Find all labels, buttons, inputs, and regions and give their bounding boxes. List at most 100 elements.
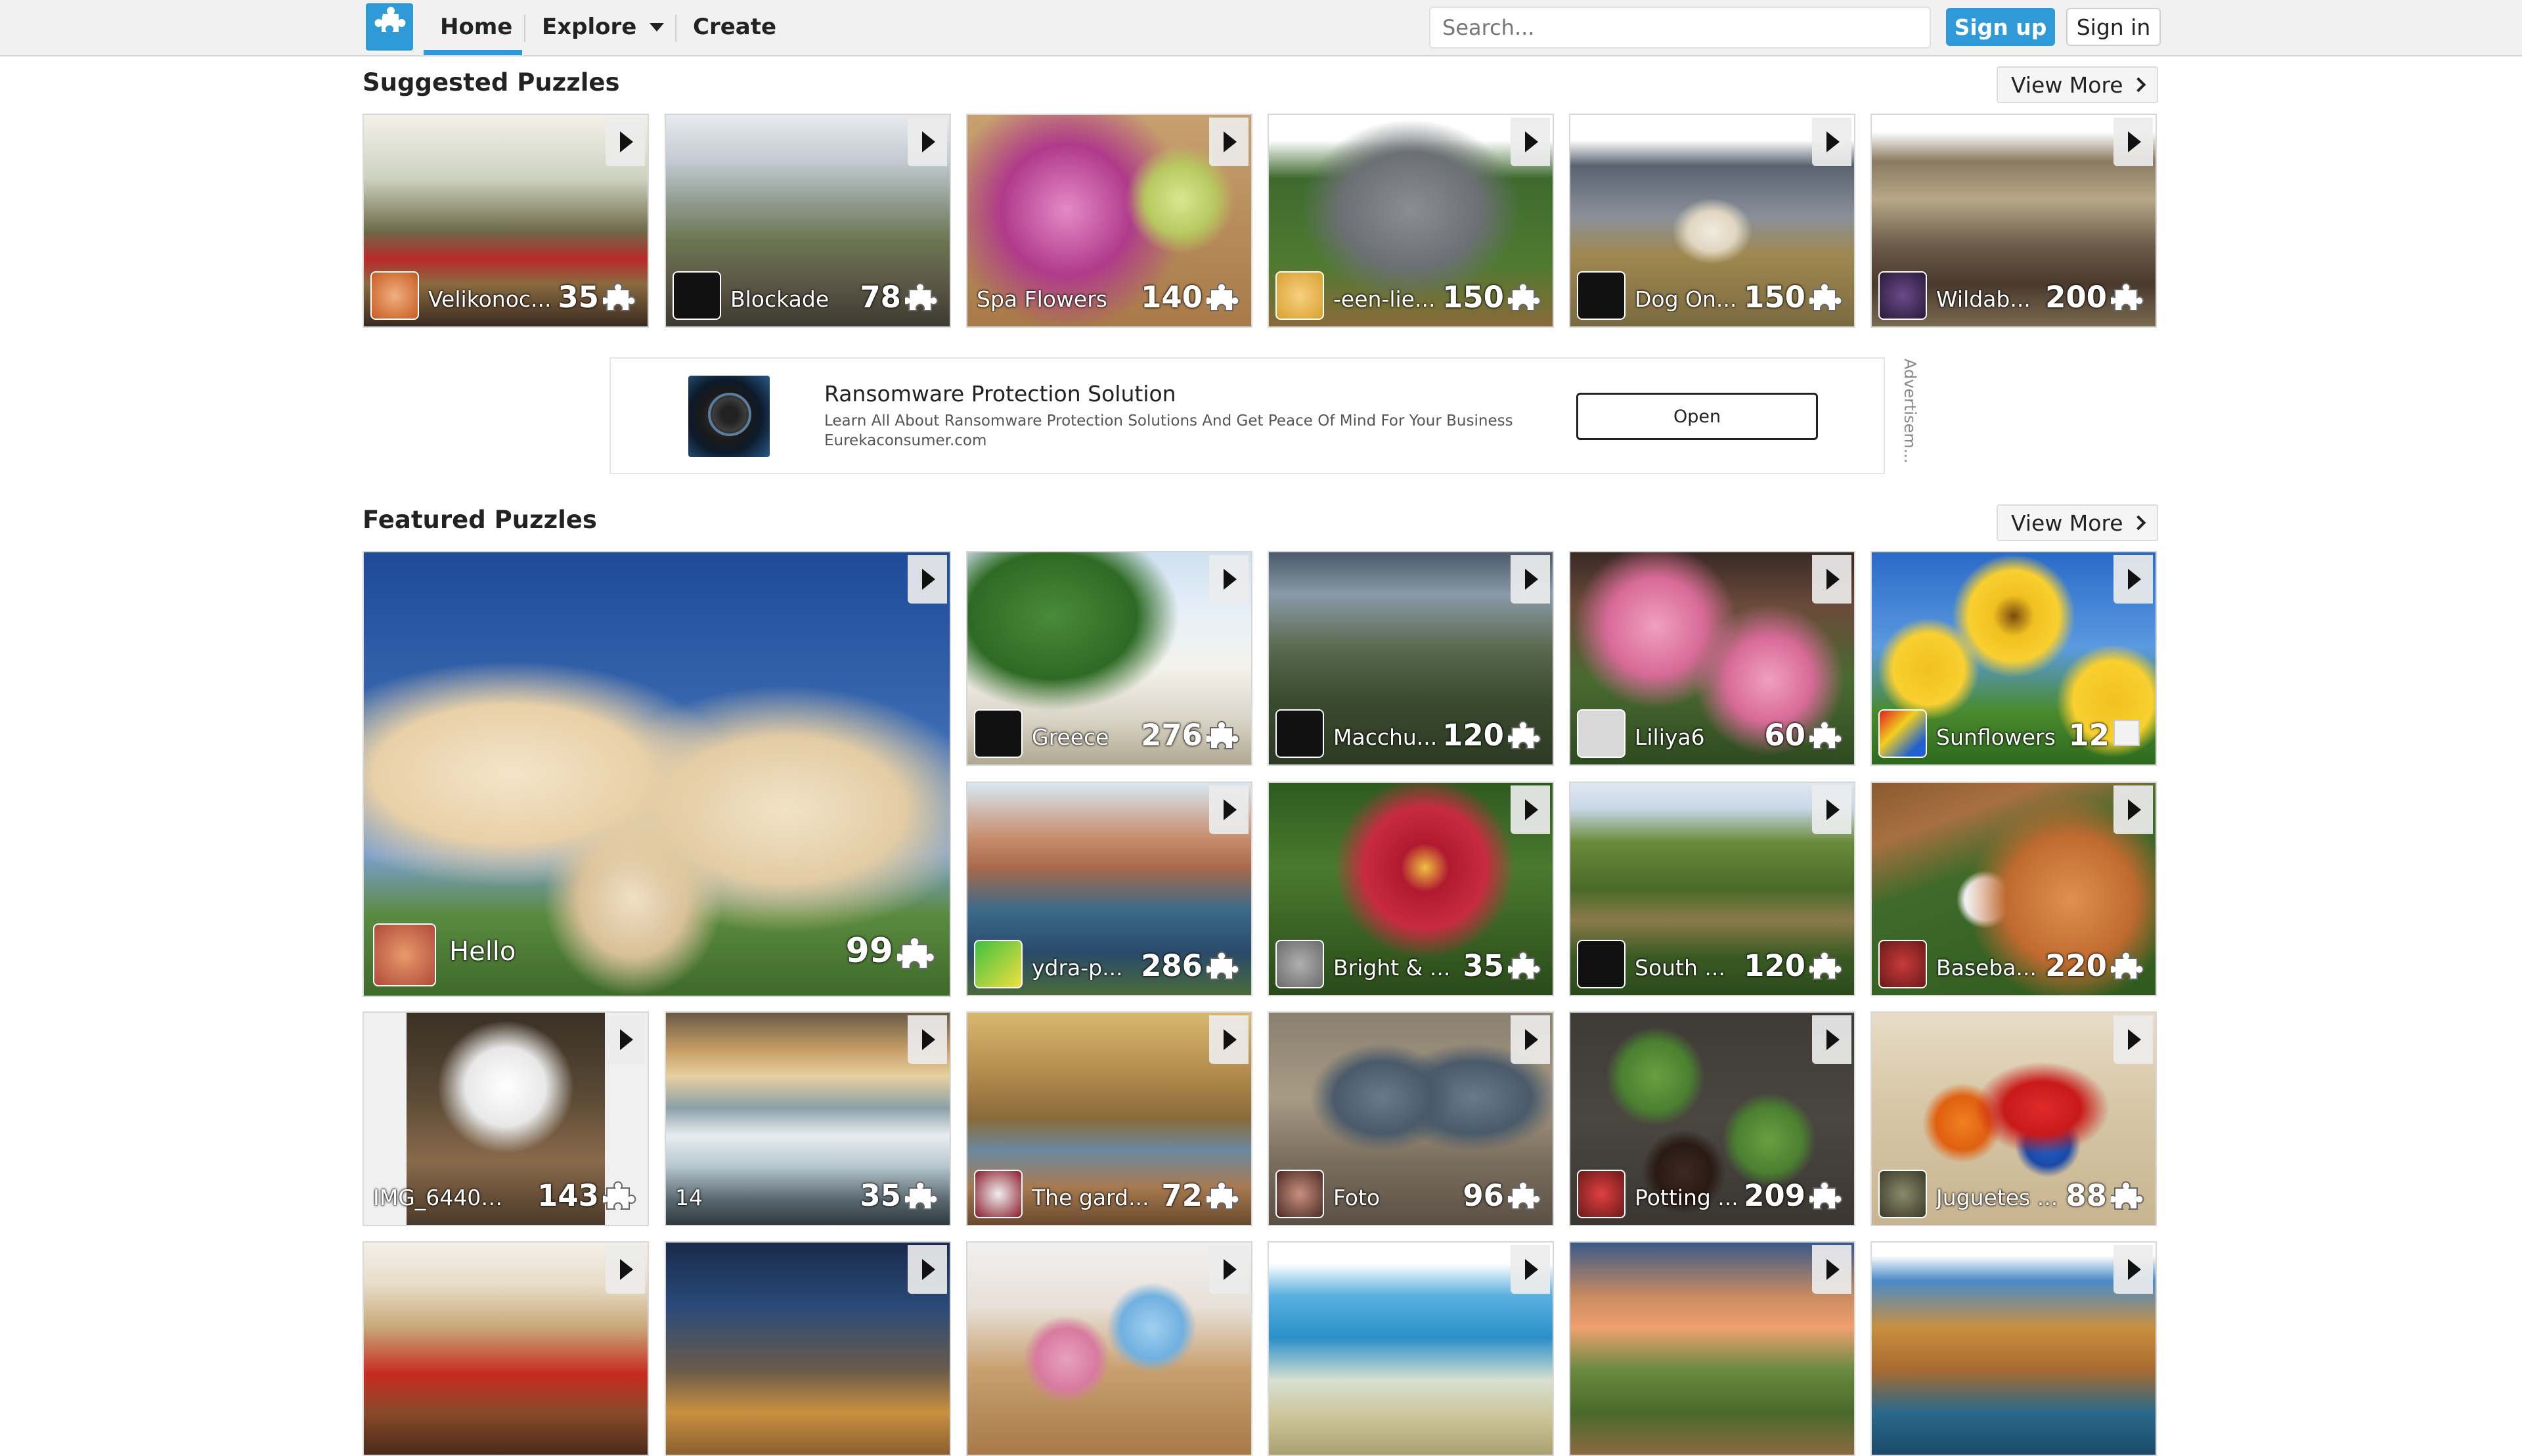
- avatar[interactable]: [673, 271, 721, 320]
- puzzle-tile[interactable]: Liliya6 60: [1569, 551, 1855, 766]
- puzzle-tile[interactable]: Baseba... 220: [1870, 782, 2157, 996]
- avatar[interactable]: [1577, 1170, 1626, 1218]
- play-icon[interactable]: [1209, 118, 1249, 166]
- play-icon[interactable]: [2113, 118, 2153, 166]
- puzzle-title: Baseba...: [1936, 955, 2037, 981]
- puzzle-title: Blockade: [730, 286, 830, 312]
- avatar[interactable]: [1577, 271, 1626, 320]
- puzzle-piece-icon: [1206, 949, 1241, 983]
- play-icon[interactable]: [1511, 1245, 1550, 1294]
- play-icon[interactable]: [908, 1245, 947, 1294]
- puzzle-title: Sunflowers: [1936, 724, 2056, 750]
- puzzle-piece-icon: [1508, 718, 1542, 753]
- puzzle-logo-icon[interactable]: [366, 3, 413, 51]
- play-icon[interactable]: [1511, 555, 1550, 604]
- piece-count: 220: [2045, 948, 2107, 983]
- play-icon[interactable]: [2113, 555, 2153, 604]
- avatar[interactable]: [1878, 709, 1927, 758]
- puzzle-title: Juguetes ...: [1936, 1185, 2058, 1210]
- nav-explore-menu[interactable]: Explore: [525, 0, 680, 56]
- avatar[interactable]: [1275, 271, 1324, 320]
- puzzle-tile[interactable]: Wildab... 200: [1870, 114, 2157, 328]
- puzzle-tile[interactable]: [966, 1241, 1252, 1456]
- puzzle-tile[interactable]: ydra-p... 286: [966, 782, 1252, 996]
- signup-button[interactable]: Sign up: [1946, 8, 2055, 46]
- play-icon[interactable]: [606, 118, 645, 166]
- puzzle-tile[interactable]: Dog On... 150: [1569, 114, 1855, 328]
- avatar[interactable]: [370, 271, 419, 320]
- suggested-view-more-button[interactable]: View More: [1997, 66, 2158, 103]
- play-icon[interactable]: [1812, 1015, 1851, 1064]
- puzzle-tile[interactable]: Spa Flowers 140: [966, 114, 1252, 328]
- puzzle-tile[interactable]: [1569, 1241, 1855, 1456]
- avatar[interactable]: [1878, 1170, 1927, 1218]
- avatar[interactable]: [1577, 709, 1626, 758]
- avatar[interactable]: [974, 940, 1023, 988]
- puzzle-tile[interactable]: Potting ... 209: [1569, 1011, 1855, 1226]
- avatar[interactable]: [373, 923, 436, 986]
- nav-create-link[interactable]: Create: [676, 0, 793, 56]
- play-icon[interactable]: [908, 118, 947, 166]
- puzzle-piece-icon: [2111, 1179, 2145, 1213]
- puzzle-tile[interactable]: -een-lie... 150: [1268, 114, 1554, 328]
- play-icon[interactable]: [2113, 1015, 2153, 1064]
- play-icon[interactable]: [1812, 118, 1851, 166]
- ad-title[interactable]: Ransomware Protection Solution: [824, 381, 1176, 407]
- puzzle-tile[interactable]: [1870, 1241, 2157, 1456]
- play-icon[interactable]: [1511, 785, 1550, 834]
- play-icon[interactable]: [2113, 785, 2153, 834]
- signin-button[interactable]: Sign in: [2066, 8, 2161, 46]
- puzzle-tile[interactable]: Blockade 78: [665, 114, 951, 328]
- play-icon[interactable]: [1209, 1015, 1249, 1064]
- featured-view-more-button[interactable]: View More: [1997, 504, 2158, 541]
- puzzle-tile[interactable]: South ... 120: [1569, 782, 1855, 996]
- advertisement-banner[interactable]: Ransomware Protection Solution Learn All…: [609, 357, 1919, 474]
- puzzle-tile[interactable]: The gard... 72: [966, 1011, 1252, 1226]
- puzzle-title: Macchu...: [1333, 724, 1438, 750]
- play-icon[interactable]: [1209, 785, 1249, 834]
- puzzle-tile[interactable]: Bright & ... 35: [1268, 782, 1554, 996]
- play-icon[interactable]: [908, 1015, 947, 1064]
- puzzle-tile[interactable]: Velikonoc... 35: [363, 114, 649, 328]
- play-icon[interactable]: [606, 1245, 645, 1294]
- featured-puzzle-large[interactable]: Hello 99: [363, 551, 951, 997]
- puzzle-title: Velikonoc...: [428, 286, 552, 312]
- puzzle-tile[interactable]: Foto 96: [1268, 1011, 1554, 1226]
- puzzle-piece-icon: [1809, 949, 1844, 983]
- search-input[interactable]: [1429, 7, 1931, 49]
- play-icon[interactable]: [1812, 1245, 1851, 1294]
- play-icon[interactable]: [2113, 1245, 2153, 1294]
- puzzle-tile[interactable]: 14 35: [665, 1011, 951, 1226]
- puzzle-title: Greece: [1032, 724, 1109, 750]
- puzzle-tile[interactable]: IMG_6440ab1 143: [363, 1011, 649, 1226]
- ad-open-button[interactable]: Open: [1576, 393, 1818, 440]
- puzzle-title: Bright & ...: [1333, 955, 1451, 981]
- avatar[interactable]: [1275, 1170, 1324, 1218]
- play-icon[interactable]: [1511, 1015, 1550, 1064]
- play-icon[interactable]: [1209, 555, 1249, 604]
- play-icon[interactable]: [606, 1015, 645, 1064]
- puzzle-tile[interactable]: Greece 276: [966, 551, 1252, 766]
- avatar[interactable]: [1275, 940, 1324, 988]
- puzzle-tile[interactable]: Macchu... 120: [1268, 551, 1554, 766]
- nav-home-link[interactable]: Home: [424, 0, 529, 56]
- avatar[interactable]: [974, 1170, 1023, 1218]
- puzzle-tile[interactable]: Sunflowers 12: [1870, 551, 2157, 766]
- play-icon[interactable]: [1812, 785, 1851, 834]
- avatar[interactable]: [1878, 940, 1927, 988]
- puzzle-tile[interactable]: [363, 1241, 649, 1456]
- play-icon[interactable]: [1209, 1245, 1249, 1294]
- play-icon[interactable]: [908, 555, 947, 604]
- avatar[interactable]: [1878, 271, 1927, 320]
- avatar[interactable]: [974, 709, 1023, 758]
- avatar[interactable]: [1577, 940, 1626, 988]
- checkbox-icon: [2113, 720, 2140, 746]
- puzzle-tile[interactable]: [665, 1241, 951, 1456]
- play-icon[interactable]: [1812, 555, 1851, 604]
- puzzle-tile[interactable]: Juguetes ... 88: [1870, 1011, 2157, 1226]
- chevron-right-icon: [2131, 77, 2146, 93]
- piece-count: 286: [1141, 948, 1203, 983]
- avatar[interactable]: [1275, 709, 1324, 758]
- puzzle-tile[interactable]: [1268, 1241, 1554, 1456]
- play-icon[interactable]: [1511, 118, 1550, 166]
